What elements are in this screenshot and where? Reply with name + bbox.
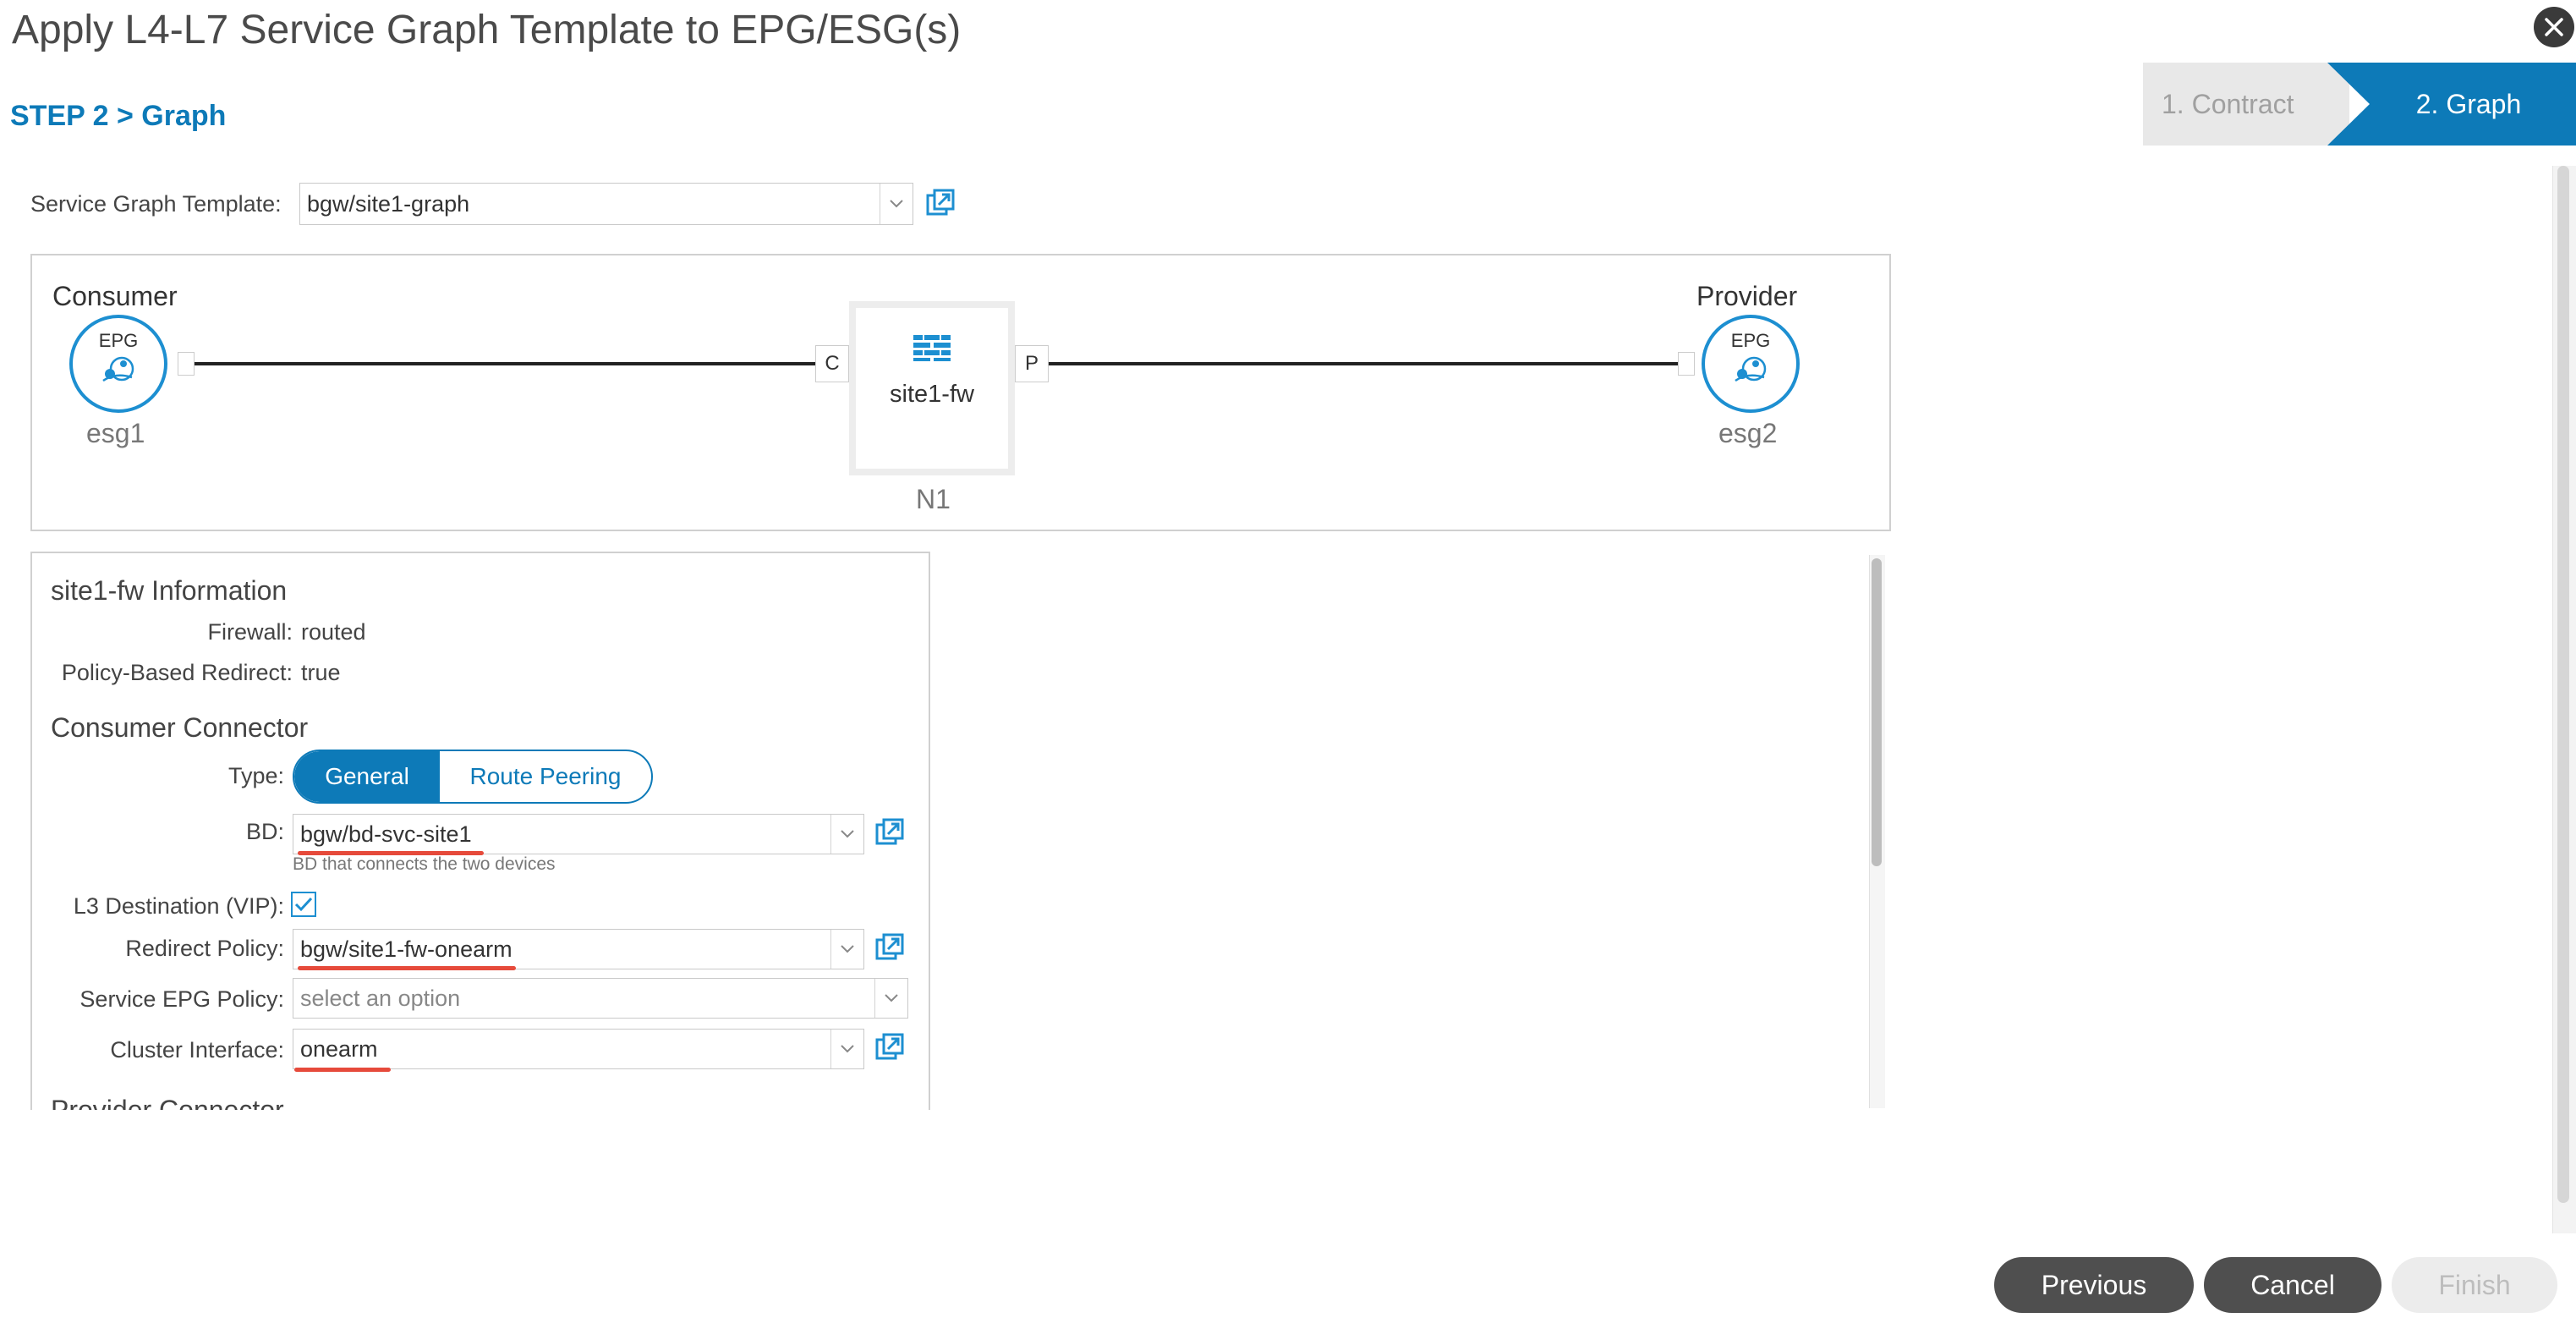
provider-epg-node[interactable]: EPG bbox=[1702, 315, 1800, 413]
epg-icon bbox=[1735, 356, 1767, 382]
pbr-label: Policy-Based Redirect: bbox=[61, 660, 293, 685]
consumer-label: Consumer bbox=[52, 281, 178, 311]
type-option-route-peering[interactable]: Route Peering bbox=[440, 751, 651, 802]
previous-button[interactable]: Previous bbox=[1994, 1257, 2194, 1313]
pbr-value: true bbox=[301, 660, 341, 685]
epg-icon bbox=[102, 356, 134, 382]
dialog-title: Apply L4-L7 Service Graph Template to EP… bbox=[12, 8, 962, 52]
bd-select-value: bgw/bd-svc-site1 bbox=[300, 821, 472, 847]
firewall-node[interactable]: site1-fw bbox=[849, 301, 1015, 475]
external-link-icon[interactable] bbox=[874, 817, 905, 848]
cancel-button[interactable]: Cancel bbox=[2204, 1257, 2381, 1313]
close-icon bbox=[2545, 18, 2563, 36]
firewall-value: routed bbox=[301, 619, 366, 645]
external-link-icon[interactable] bbox=[874, 932, 905, 963]
firewall-label: Firewall: bbox=[207, 619, 293, 645]
l3-destination-checkbox[interactable] bbox=[291, 892, 316, 917]
type-option-general[interactable]: General bbox=[294, 751, 440, 802]
provider-connector[interactable]: P bbox=[1015, 345, 1049, 382]
service-epg-label: Service EPG Policy: bbox=[79, 986, 284, 1012]
close-button[interactable] bbox=[2534, 7, 2574, 47]
checkmark-icon bbox=[294, 897, 313, 912]
epg-badge: EPG bbox=[98, 330, 139, 351]
provider-connector-heading: Provider Connector bbox=[51, 1095, 284, 1110]
service-epg-select[interactable]: select an option bbox=[293, 978, 908, 1019]
type-toggle[interactable]: General Route Peering bbox=[293, 750, 653, 804]
service-epg-placeholder: select an option bbox=[300, 985, 461, 1011]
epg-badge: EPG bbox=[1730, 330, 1771, 351]
redirect-policy-select[interactable]: bgw/site1-fw-onearm bbox=[293, 929, 864, 969]
node-id: N1 bbox=[916, 484, 951, 514]
cluster-interface-label: Cluster Interface: bbox=[110, 1037, 284, 1063]
provider-label: Provider bbox=[1696, 281, 1798, 311]
annotation-underline bbox=[298, 966, 516, 970]
bd-hint: BD that connects the two devices bbox=[293, 854, 556, 874]
dialog-scrollbar-thumb[interactable] bbox=[2557, 166, 2569, 1203]
consumer-epg-node[interactable]: EPG bbox=[69, 315, 167, 413]
provider-epg-name: esg2 bbox=[1718, 418, 1778, 448]
firewall-icon bbox=[913, 335, 951, 361]
external-link-icon[interactable] bbox=[874, 1032, 905, 1063]
panel-scrollbar-thumb[interactable] bbox=[1872, 558, 1882, 866]
bd-label: BD: bbox=[245, 819, 284, 844]
chevron-down-icon bbox=[880, 184, 913, 224]
template-select-value: bgw/site1-graph bbox=[307, 190, 470, 217]
chevron-down-icon bbox=[874, 979, 907, 1018]
chevron-down-icon bbox=[830, 930, 863, 969]
template-select[interactable]: bgw/site1-graph bbox=[299, 183, 913, 225]
redirect-policy-value: bgw/site1-fw-onearm bbox=[300, 936, 512, 962]
cluster-interface-select[interactable]: onearm bbox=[293, 1029, 864, 1069]
chevron-down-icon bbox=[830, 815, 863, 854]
type-label: Type: bbox=[227, 763, 284, 788]
provider-link bbox=[1049, 362, 1678, 365]
chevron-down-icon bbox=[830, 1030, 863, 1068]
provider-port bbox=[1678, 352, 1695, 376]
consumer-port bbox=[178, 352, 195, 376]
consumer-link bbox=[195, 362, 817, 365]
step-heading: STEP 2 > Graph bbox=[10, 100, 227, 132]
consumer-connector-heading: Consumer Connector bbox=[51, 712, 309, 743]
l3-destination-label: L3 Destination (VIP): bbox=[73, 893, 284, 919]
consumer-connector[interactable]: C bbox=[815, 345, 849, 382]
redirect-policy-label: Redirect Policy: bbox=[125, 936, 284, 961]
info-title: site1-fw Information bbox=[51, 575, 288, 606]
wizard-step-graph[interactable]: 2. Graph bbox=[2327, 63, 2576, 146]
external-link-icon[interactable] bbox=[925, 188, 956, 218]
cluster-interface-value: onearm bbox=[300, 1035, 378, 1062]
bd-select[interactable]: bgw/bd-svc-site1 bbox=[293, 814, 864, 854]
consumer-epg-name: esg1 bbox=[86, 418, 145, 448]
wizard-step-contract[interactable]: 1. Contract bbox=[2143, 63, 2349, 146]
finish-button[interactable]: Finish bbox=[2392, 1257, 2557, 1313]
provider-connector-clip: Provider Connector bbox=[32, 1091, 929, 1110]
template-label: Service Graph Template: bbox=[30, 191, 282, 217]
firewall-name: site1-fw bbox=[890, 381, 974, 408]
annotation-underline bbox=[294, 1068, 391, 1072]
